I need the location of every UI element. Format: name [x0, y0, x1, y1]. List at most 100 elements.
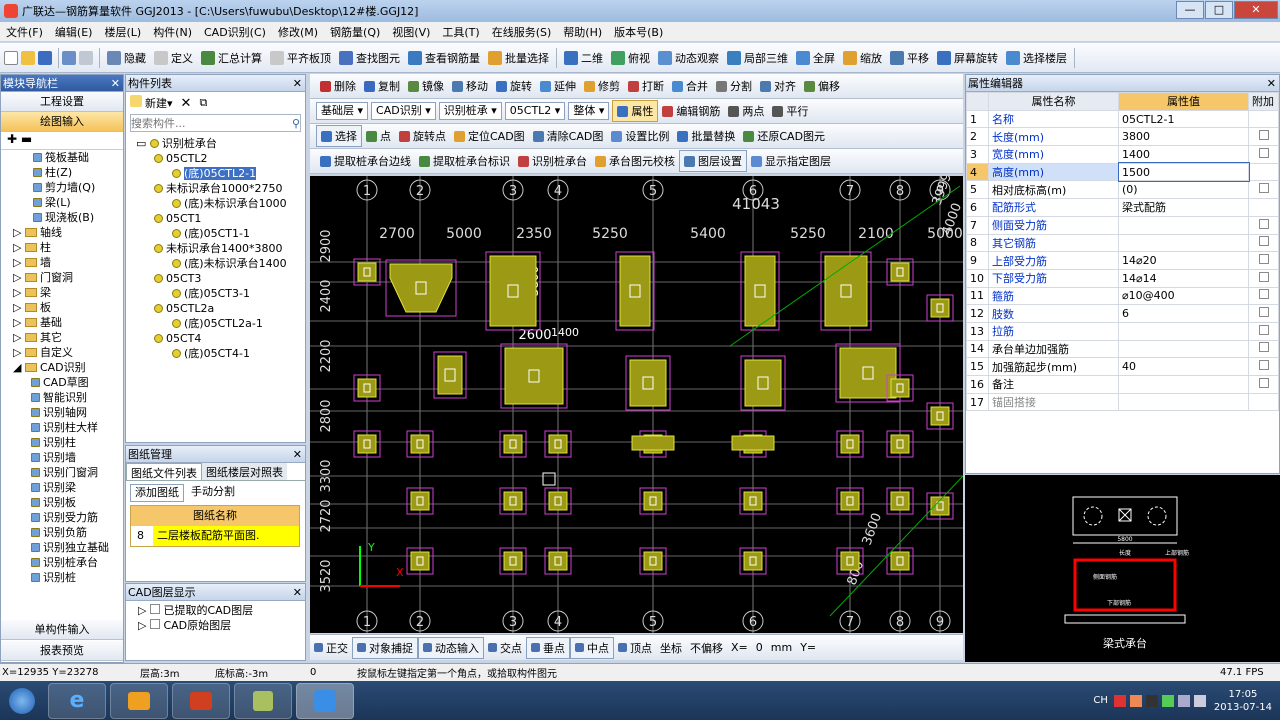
small-pile-cap[interactable]	[357, 378, 377, 398]
nav-tree-item[interactable]: 识别桩	[5, 570, 123, 585]
taskbar-ggj[interactable]	[296, 682, 354, 719]
tray-icon[interactable]	[1161, 694, 1174, 707]
attach-checkbox[interactable]	[1258, 360, 1269, 371]
layer-select[interactable]: 整体 ▾	[568, 102, 610, 120]
snap-option[interactable]: mm	[767, 637, 796, 659]
cad-tool-button[interactable]: 批量替换	[673, 125, 739, 147]
attach-checkbox[interactable]	[1258, 377, 1269, 388]
pile-cap[interactable]	[839, 347, 897, 399]
menu-item[interactable]: 视图(V)	[386, 24, 436, 40]
toolbar-button[interactable]: 屏幕旋转	[933, 47, 1002, 69]
nav-tree-item[interactable]: ▷ 自定义	[5, 345, 123, 360]
layer-select[interactable]: 识别桩承 ▾	[438, 102, 502, 120]
nav-tree-item[interactable]: ▷ 板	[5, 300, 123, 315]
expand-icon[interactable]: ▷	[13, 346, 25, 359]
small-pile-cap[interactable]	[548, 434, 568, 454]
property-row[interactable]: 2 长度(mm) 3800	[966, 127, 1279, 147]
attach-checkbox[interactable]	[1258, 147, 1269, 158]
menu-item[interactable]: 版本号(B)	[608, 24, 669, 40]
small-pile-cap[interactable]	[743, 491, 763, 511]
component-search-input[interactable]	[131, 116, 292, 130]
attach-checkbox[interactable]	[1258, 307, 1269, 318]
edit-tool-button[interactable]: 复制	[360, 75, 404, 97]
toolbar-button[interactable]: 平齐板顶	[266, 47, 335, 69]
attach-checkbox[interactable]	[1258, 218, 1269, 229]
property-value[interactable]	[1118, 375, 1249, 394]
close-icon[interactable]: ✕	[1267, 75, 1276, 92]
property-value[interactable]: 1400	[1118, 145, 1249, 164]
small-pile-cap[interactable]	[410, 551, 430, 571]
small-pile-cap[interactable]	[410, 434, 430, 454]
expand-icon[interactable]: ▷	[13, 271, 25, 284]
small-pile-cap[interactable]	[503, 551, 523, 571]
cad-tool-button[interactable]: 还原CAD图元	[739, 125, 829, 147]
nav-tree-item[interactable]: 识别墙	[5, 450, 123, 465]
property-tool-button[interactable]: 两点	[724, 100, 768, 122]
snap-option[interactable]: X=	[727, 637, 752, 659]
menu-item[interactable]: CAD识别(C)	[198, 24, 272, 40]
expand-icon[interactable]: ▷	[13, 286, 25, 299]
cad-tool-button[interactable]: 提取桩承台标识	[415, 150, 514, 172]
edit-tool-button[interactable]: 对齐	[756, 75, 800, 97]
small-pile-cap[interactable]	[930, 406, 950, 426]
report-preview-button[interactable]: 报表预览	[1, 641, 123, 661]
component-tree-item[interactable]: 05CT4	[136, 331, 305, 346]
cad-drawing[interactable]: 112233445566778899410432700 5000 2350 5250 5…	[310, 176, 963, 633]
menu-item[interactable]: 修改(M)	[272, 24, 324, 40]
component-tree-item[interactable]: 未标识承台1000*2750	[136, 181, 305, 196]
cad-tool-button[interactable]: 识别桩承台	[514, 150, 591, 172]
close-icon[interactable]: ✕	[293, 584, 302, 601]
property-row[interactable]: 6 配筋形式 梁式配筋	[966, 198, 1279, 217]
delete-icon[interactable]: ✕	[181, 96, 192, 111]
small-pile-cap[interactable]	[840, 491, 860, 511]
component-tree-item[interactable]: 05CTL2a	[136, 301, 305, 316]
edit-tool-button[interactable]: 镜像	[404, 75, 448, 97]
property-row[interactable]: 10 下部受力筋 14⌀14	[966, 268, 1279, 288]
expand-icon[interactable]: ▷	[13, 331, 25, 344]
property-value[interactable]: 梁式配筋	[1118, 198, 1249, 217]
search-icon[interactable]: ⚲	[292, 117, 300, 130]
nav-tree-item[interactable]: ▷ 梁	[5, 285, 123, 300]
toolbar-button[interactable]: 查看钢筋量	[404, 47, 484, 69]
component-tree-item[interactable]: (底)未标识承台1000	[136, 196, 305, 211]
cad-tool-button[interactable]: 定位CAD图	[450, 125, 529, 147]
property-value[interactable]: 14⌀14	[1118, 268, 1249, 288]
close-icon[interactable]: ✕	[111, 75, 120, 92]
property-row[interactable]: 7 侧面受力筋	[966, 215, 1279, 235]
menu-item[interactable]: 构件(N)	[147, 24, 198, 40]
nav-tree-item[interactable]: ▷ 门窗洞	[5, 270, 123, 285]
attach-checkbox[interactable]	[1258, 130, 1269, 141]
small-pile-cap[interactable]	[410, 491, 430, 511]
pile-cap[interactable]	[744, 359, 782, 407]
menu-item[interactable]: 在线服务(S)	[486, 24, 558, 40]
open-folder-icon[interactable]	[21, 50, 35, 65]
property-value[interactable]: (0)	[1118, 180, 1249, 200]
pile-cap[interactable]	[619, 255, 651, 327]
clock-date[interactable]: 2013-07-14	[1214, 701, 1272, 714]
expand-icon[interactable]: ▷	[13, 241, 25, 254]
drawing-input-button[interactable]: 绘图输入	[1, 112, 123, 132]
pile-cap[interactable]	[731, 435, 775, 451]
toolbar-button[interactable]: 定义	[150, 47, 197, 69]
small-pile-cap[interactable]	[357, 434, 377, 454]
minimize-button[interactable]: —	[1176, 1, 1204, 19]
nav-tree-item[interactable]: 筏板基础	[5, 150, 123, 165]
snap-option[interactable]: 中点	[570, 636, 614, 659]
pile-cap[interactable]	[744, 255, 776, 327]
nav-tree-item[interactable]: 识别轴网	[5, 405, 123, 420]
component-tree-item[interactable]: (底)未标识承台1400	[136, 256, 305, 271]
property-tool-button[interactable]: 属性	[612, 100, 659, 122]
nav-tree-item[interactable]: ▷ 其它	[5, 330, 123, 345]
small-pile-cap[interactable]	[890, 434, 910, 454]
new-component-button[interactable]: 新建▾	[130, 95, 173, 111]
nav-tree-item[interactable]: 识别负筋	[5, 525, 123, 540]
undo-icon[interactable]	[62, 50, 76, 65]
taskbar-notes[interactable]	[234, 682, 292, 719]
small-pile-cap[interactable]	[840, 434, 860, 454]
component-tree-item[interactable]: 05CT1	[136, 211, 305, 226]
expand-icon[interactable]: ▷	[13, 301, 25, 314]
tray-icon[interactable]	[1129, 694, 1142, 707]
menu-item[interactable]: 编辑(E)	[49, 24, 99, 40]
nav-tree-item[interactable]: 柱(Z)	[5, 165, 123, 180]
cad-tool-button[interactable]: 图层设置	[679, 150, 747, 172]
